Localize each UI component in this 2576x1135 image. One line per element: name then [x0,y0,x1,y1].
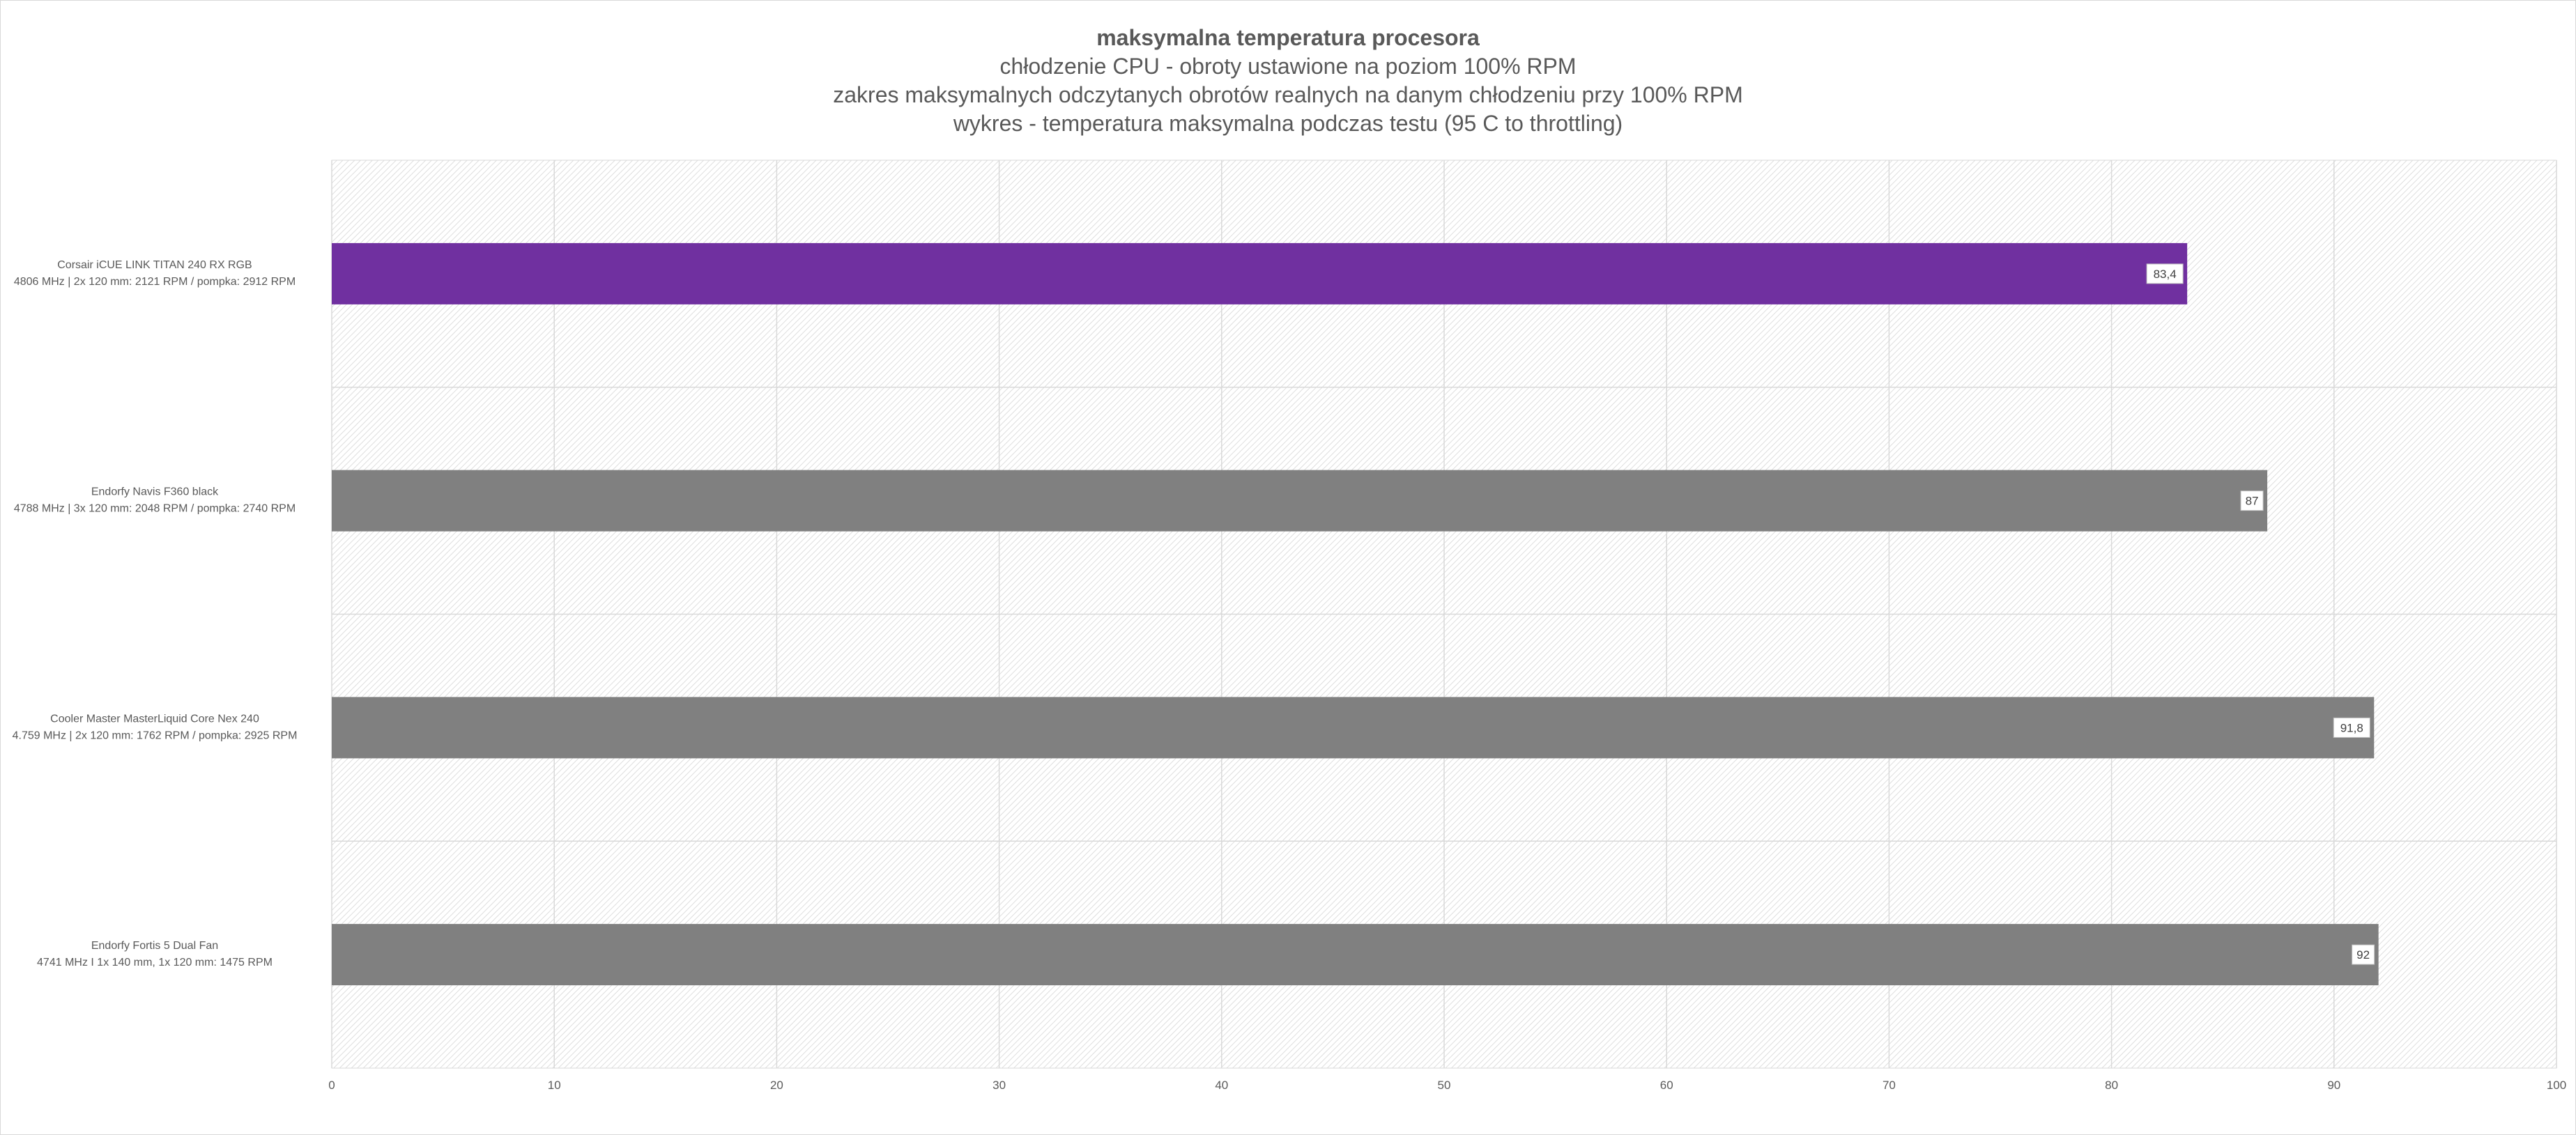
x-tick-label: 0 [328,1079,335,1092]
x-tick-label: 50 [1438,1079,1451,1092]
bar [332,470,2268,532]
bar [332,242,2188,304]
x-tick-label: 30 [992,1079,1006,1092]
x-tick-label: 10 [548,1079,561,1092]
value-label: 92 [2356,948,2370,962]
bar [332,697,2375,759]
bar [332,924,2379,986]
value-label: 87 [2246,495,2259,508]
category-label-name: Corsair iCUE LINK TITAN 240 RX RGB [57,259,252,271]
x-tick-label: 70 [1883,1079,1896,1092]
category-label-name: Endorfy Navis F360 black [91,486,219,498]
value-label: 83,4 [2154,268,2177,281]
category-label-name: Endorfy Fortis 5 Dual Fan [91,940,218,952]
x-tick-label: 20 [770,1079,783,1092]
x-tick-label: 100 [2547,1079,2566,1092]
category-label-name: Cooler Master MasterLiquid Core Nex 240 [50,713,259,725]
category-label-details: 4806 MHz | 2x 120 mm: 2121 RPM / pompka:… [14,276,296,288]
category-label-details: 4.759 MHz | 2x 120 mm: 1762 RPM / pompka… [13,729,298,741]
category-label-details: 4741 MHz I 1x 140 mm, 1x 120 mm: 1475 RP… [37,957,273,968]
x-tick-label: 90 [2327,1079,2340,1092]
x-tick-label: 40 [1215,1079,1228,1092]
x-tick-label: 80 [2105,1079,2118,1092]
value-label: 91,8 [2340,721,2363,734]
bar-chart: 0 10 20 30 40 50 60 70 80 90 100 83,4 Corsair iCUE L… [13,160,2566,1092]
x-tick-label: 60 [1660,1079,1673,1092]
category-label-details: 4788 MHz | 3x 120 mm: 2048 RPM / pompka:… [14,503,296,515]
